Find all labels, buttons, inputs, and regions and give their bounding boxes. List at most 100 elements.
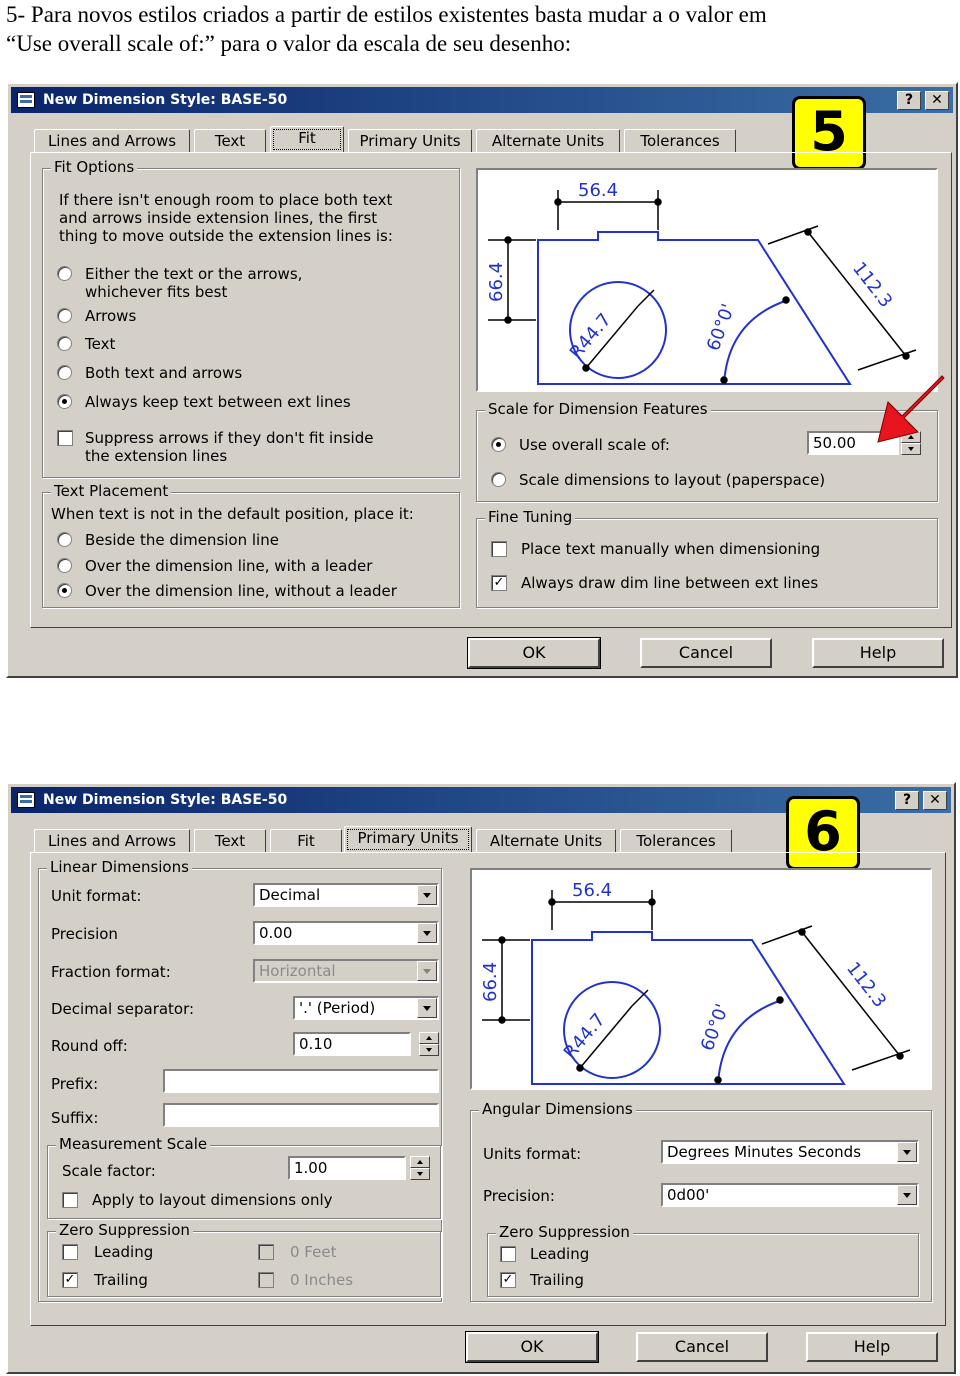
text-placement-title: Text Placement bbox=[51, 482, 172, 500]
radio-over-without-leader[interactable] bbox=[57, 583, 72, 598]
chevron-down-icon[interactable] bbox=[417, 885, 437, 905]
label-always-keep-text: Always keep text between ext lines bbox=[85, 393, 351, 411]
unit-format-value: Decimal bbox=[259, 886, 321, 904]
app-icon bbox=[17, 92, 35, 108]
ok-button[interactable]: OK bbox=[467, 637, 601, 669]
label-prefix: Prefix: bbox=[51, 1075, 99, 1093]
label-zero-feet: 0 Feet bbox=[290, 1243, 337, 1261]
label-place-text-manually: Place text manually when dimensioning bbox=[521, 540, 821, 558]
dim-text-vertical: 66.4 bbox=[486, 262, 507, 302]
label-leading: Leading bbox=[94, 1243, 154, 1261]
label-use-overall-scale: Use overall scale of: bbox=[519, 436, 670, 454]
tab-fit[interactable]: Fit bbox=[270, 126, 344, 153]
measurement-scale-group: Measurement Scale Scale factor: 1.00 App… bbox=[47, 1135, 441, 1219]
checkbox-place-text-manually[interactable] bbox=[491, 541, 507, 557]
suffix-input[interactable] bbox=[163, 1103, 439, 1127]
preview-drawing: 56.4 66.4 112.3 R44.7 60°0' bbox=[486, 180, 917, 385]
angular-precision-select[interactable]: 0d00' bbox=[661, 1183, 919, 1207]
checkbox-suppress-arrows[interactable] bbox=[57, 430, 73, 446]
ok-button[interactable]: OK bbox=[465, 1331, 599, 1363]
linear-dimensions-group: Linear Dimensions Unit format: Decimal P… bbox=[38, 858, 442, 1302]
text-placement-description: When text is not in the default position… bbox=[51, 505, 414, 523]
label-unit-format: Unit format: bbox=[51, 887, 142, 905]
tab-alternate-units[interactable]: Alternate Units bbox=[476, 129, 620, 153]
chevron-down-icon[interactable] bbox=[897, 1185, 917, 1205]
checkbox-leading[interactable] bbox=[62, 1244, 78, 1260]
dialog-title: New Dimension Style: BASE-50 bbox=[43, 792, 288, 808]
checkbox-zero-feet bbox=[258, 1244, 274, 1260]
label-suffix: Suffix: bbox=[51, 1109, 99, 1127]
precision-select[interactable]: 0.00 bbox=[253, 921, 439, 945]
radio-either-text-or-arrows[interactable] bbox=[57, 266, 72, 281]
tab-text[interactable]: Text bbox=[194, 129, 266, 153]
tab-tolerances[interactable]: Tolerances bbox=[624, 129, 736, 153]
tab-tolerances[interactable]: Tolerances bbox=[620, 829, 732, 853]
radio-text[interactable] bbox=[57, 336, 72, 351]
radio-scale-to-layout[interactable] bbox=[491, 472, 506, 487]
cancel-button[interactable]: Cancel bbox=[636, 1332, 768, 1362]
round-off-input[interactable]: 0.10 bbox=[293, 1032, 411, 1056]
chevron-down-icon[interactable] bbox=[417, 923, 437, 943]
angular-dimensions-group: Angular Dimensions Units format: Degrees… bbox=[470, 1100, 932, 1302]
label-beside-dimension-line: Beside the dimension line bbox=[85, 531, 279, 549]
label-angular-precision: Precision: bbox=[483, 1187, 555, 1205]
dim-text-horizontal: 56.4 bbox=[578, 180, 618, 201]
label-either-text-or-arrows: Either the text or the arrows, whichever… bbox=[85, 265, 303, 301]
angular-units-format-select[interactable]: Degrees Minutes Seconds bbox=[661, 1140, 919, 1164]
close-button[interactable]: ✕ bbox=[923, 791, 947, 810]
chevron-down-icon bbox=[417, 961, 437, 981]
checkbox-zero-inches bbox=[258, 1272, 274, 1288]
fine-tuning-title: Fine Tuning bbox=[485, 508, 576, 526]
tab-alternate-units[interactable]: Alternate Units bbox=[476, 829, 616, 853]
checkbox-angular-trailing[interactable]: ✓ bbox=[500, 1272, 516, 1288]
label-scale-to-layout: Scale dimensions to layout (paperspace) bbox=[519, 471, 826, 489]
tab-primary-units[interactable]: Primary Units bbox=[348, 129, 472, 153]
fraction-format-value: Horizontal bbox=[259, 962, 336, 980]
radio-arrows[interactable] bbox=[57, 308, 72, 323]
help-title-button[interactable]: ? bbox=[895, 791, 919, 810]
text-placement-group: Text Placement When text is not in the d… bbox=[42, 482, 460, 608]
dimension-preview: 56.4 66.4 112.3 R44.7 60°0' bbox=[476, 168, 938, 392]
fit-options-description: If there isn't enough room to place both… bbox=[59, 191, 393, 245]
scale-title: Scale for Dimension Features bbox=[485, 400, 711, 418]
radio-use-overall-scale[interactable] bbox=[491, 437, 506, 452]
intro-text: 5- Para novos estilos criados a partir d… bbox=[0, 0, 960, 58]
radio-always-keep-text[interactable] bbox=[57, 394, 72, 409]
tab-lines-and-arrows[interactable]: Lines and Arrows bbox=[34, 829, 190, 853]
angular-zero-suppression-title: Zero Suppression bbox=[496, 1223, 633, 1241]
tab-primary-units[interactable]: Primary Units bbox=[344, 826, 472, 853]
precision-value: 0.00 bbox=[259, 924, 293, 942]
scale-factor-input[interactable]: 1.00 bbox=[288, 1156, 406, 1180]
dim-text-aligned: 112.3 bbox=[842, 958, 890, 1012]
tab-fit[interactable]: Fit bbox=[270, 829, 342, 853]
scale-factor-spinner[interactable] bbox=[410, 1156, 430, 1180]
radio-both-text-and-arrows[interactable] bbox=[57, 365, 72, 380]
chevron-down-icon[interactable] bbox=[417, 998, 437, 1018]
help-button[interactable]: Help bbox=[806, 1332, 938, 1362]
radio-beside-dimension-line[interactable] bbox=[57, 532, 72, 547]
chevron-down-icon[interactable] bbox=[897, 1142, 917, 1162]
help-button[interactable]: Help bbox=[812, 638, 944, 668]
intro-line-1: 5- Para novos estilos criados a partir d… bbox=[6, 2, 767, 27]
checkbox-angular-leading[interactable] bbox=[500, 1246, 516, 1262]
radio-over-with-leader[interactable] bbox=[57, 558, 72, 573]
tab-text[interactable]: Text bbox=[194, 829, 266, 853]
help-title-button[interactable]: ? bbox=[897, 91, 921, 110]
label-zero-inches: 0 Inches bbox=[290, 1271, 354, 1289]
label-over-with-leader: Over the dimension line, with a leader bbox=[85, 557, 373, 575]
checkbox-always-draw-dim-line[interactable]: ✓ bbox=[491, 575, 507, 591]
label-over-without-leader: Over the dimension line, without a leade… bbox=[85, 582, 397, 600]
prefix-input[interactable] bbox=[163, 1069, 439, 1093]
checkbox-apply-to-layout[interactable] bbox=[62, 1192, 78, 1208]
checkbox-trailing[interactable]: ✓ bbox=[62, 1272, 78, 1288]
app-icon bbox=[17, 792, 35, 808]
scale-group: Scale for Dimension Features Use overall… bbox=[476, 400, 938, 502]
round-off-spinner[interactable] bbox=[419, 1032, 439, 1056]
zero-suppression-title: Zero Suppression bbox=[56, 1221, 193, 1239]
decimal-separator-value: '.' (Period) bbox=[299, 999, 376, 1017]
cancel-button[interactable]: Cancel bbox=[640, 638, 772, 668]
close-button[interactable]: ✕ bbox=[925, 91, 949, 110]
unit-format-select[interactable]: Decimal bbox=[253, 883, 439, 907]
decimal-separator-select[interactable]: '.' (Period) bbox=[293, 996, 439, 1020]
tab-lines-and-arrows[interactable]: Lines and Arrows bbox=[34, 129, 190, 153]
